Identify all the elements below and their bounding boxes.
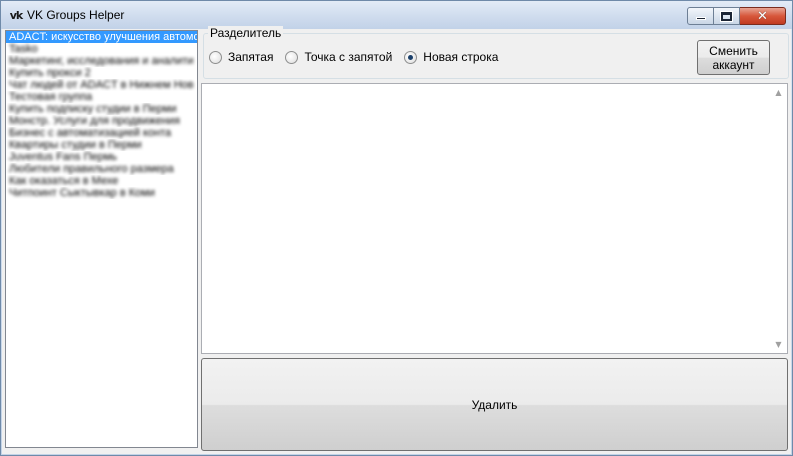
radio-label: Запятая: [228, 50, 274, 64]
app-window: vk VK Groups Helper ✕ ADACT: искусство у…: [0, 0, 793, 456]
separator-options: Запятая Точка с запятой Новая строка: [209, 50, 510, 64]
list-item[interactable]: Любители правильного размера: [6, 163, 197, 175]
list-item[interactable]: Как оказаться в Мехе: [6, 175, 197, 187]
title-bar[interactable]: vk VK Groups Helper ✕: [1, 1, 792, 29]
switch-account-button[interactable]: Сменить аккаунт: [697, 40, 770, 75]
list-item-label: Читпоинт Сыктывкар в Коми: [9, 187, 155, 199]
list-item-label: Монстр. Услуги для продвижения: [9, 115, 180, 127]
separator-caption: Разделитель: [208, 26, 284, 40]
list-item[interactable]: Маркетинг, исследования и аналити: [6, 55, 197, 67]
radio-dot-icon: [408, 54, 414, 60]
output-textarea[interactable]: ▲ ▼: [201, 83, 788, 354]
list-item[interactable]: Juventus Fans Пермь: [6, 151, 197, 163]
close-icon: ✕: [757, 8, 768, 24]
groups-list[interactable]: ADACT: искусство улучшения автомо Tasko Ма…: [5, 30, 198, 448]
list-item[interactable]: ADACT: искусство улучшения автомо: [6, 31, 197, 43]
scroll-down-icon[interactable]: ▼: [770, 336, 787, 353]
list-item-label: Бизнес с автоматизацией конта: [9, 127, 172, 139]
separator-radio-1[interactable]: Точка с запятой: [285, 50, 392, 64]
radio-circle-icon[interactable]: [209, 50, 222, 64]
close-button[interactable]: ✕: [740, 7, 786, 25]
radio-circle-icon[interactable]: [404, 50, 418, 64]
list-item-label: Купить подписку студии в Перми: [9, 103, 177, 115]
list-item-label: Juventus Fans Пермь: [9, 151, 118, 163]
radio-label: Новая строка: [423, 50, 499, 64]
vk-logo-icon: vk: [9, 8, 24, 22]
list-item[interactable]: Тестовая группа: [6, 91, 197, 103]
window-controls: ✕: [687, 7, 786, 25]
window-title: VK Groups Helper: [27, 8, 125, 22]
list-item-label: Тестовая группа: [9, 91, 93, 103]
list-item-label: Tasko: [9, 43, 38, 55]
radio-label: Точка с запятой: [304, 50, 393, 64]
scroll-up-icon[interactable]: ▲: [770, 84, 787, 101]
delete-button[interactable]: Удалить: [201, 358, 788, 451]
list-item-label: Как оказаться в Мехе: [9, 175, 119, 187]
radio-circle-icon[interactable]: [285, 50, 299, 64]
list-item-label: Маркетинг, исследования и аналити: [9, 55, 194, 67]
separator-radio-0[interactable]: Запятая: [209, 50, 273, 64]
minimize-button[interactable]: [687, 7, 714, 25]
list-item[interactable]: Купить прокси 2: [6, 67, 197, 79]
minimize-icon: [695, 17, 706, 20]
list-item[interactable]: Бизнес с автоматизацией конта: [6, 127, 197, 139]
list-item[interactable]: Монстр. Услуги для продвижения: [6, 115, 197, 127]
list-item[interactable]: Купить подписку студии в Перми: [6, 103, 197, 115]
separator-radio-2[interactable]: Новая строка: [404, 50, 498, 64]
list-item[interactable]: Квартиры студии в Перми: [6, 139, 197, 151]
list-item[interactable]: Читпоинт Сыктывкар в Коми: [6, 187, 197, 199]
maximize-button[interactable]: [714, 7, 740, 25]
vertical-scrollbar[interactable]: ▲ ▼: [770, 84, 787, 353]
list-item-label: Купить прокси 2: [9, 67, 91, 79]
maximize-icon: [720, 10, 733, 22]
list-item[interactable]: Чат людей от ADACT в Нижнем Нов: [6, 79, 197, 91]
list-item-label: ADACT: искусство улучшения автомо: [9, 31, 197, 43]
list-item-label: Квартиры студии в Перми: [9, 139, 142, 151]
list-item[interactable]: Tasko: [6, 43, 197, 55]
list-item-label: Любители правильного размера: [9, 163, 174, 175]
list-item-label: Чат людей от ADACT в Нижнем Нов: [9, 79, 194, 91]
client-area: ADACT: искусство улучшения автомо Tasko Ма…: [2, 26, 791, 454]
